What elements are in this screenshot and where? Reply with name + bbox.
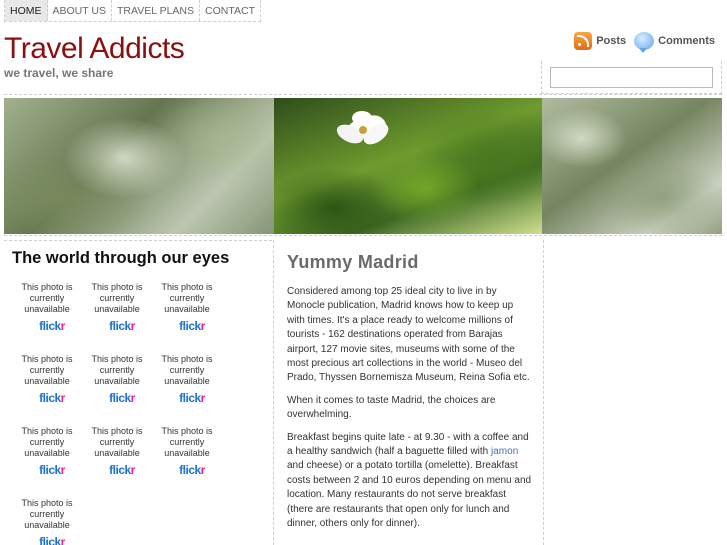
photo-unavailable-text: This photo is currently unavailable (21, 426, 73, 458)
flickr-photo[interactable]: This photo is currently unavailable flick… (14, 282, 80, 338)
sidebar-divider (273, 240, 274, 545)
photo-unavailable-text: This photo is currently unavailable (21, 282, 73, 314)
main-nav: HOME ABOUT US TRAVEL PLANS CONTACT (4, 0, 261, 22)
comment-bubble-icon (634, 32, 655, 53)
photo-unavailable-text: This photo is currently unavailable (91, 282, 143, 314)
banner-panel-center (274, 98, 542, 234)
post-body: Considered among top 25 ideal city to li… (287, 285, 532, 540)
header-banner-image (4, 98, 722, 234)
flickr-logo-part: flick (39, 463, 61, 477)
flickr-logo-part: r (130, 463, 136, 477)
post-paragraph: Breakfast begins quite late - at 9.30 - … (287, 431, 532, 532)
banner-divider (4, 235, 722, 236)
flickr-logo: flickr (84, 391, 150, 405)
flickr-logo-part: r (60, 535, 66, 545)
comments-feed-label: Comments (658, 35, 715, 47)
photo-unavailable-text: This photo is currently unavailable (161, 426, 213, 458)
flickr-logo: flickr (154, 319, 220, 333)
flickr-photo[interactable]: This photo is currently unavailable flick… (14, 498, 80, 545)
flickr-logo: flickr (154, 391, 220, 405)
post-text: and cheese) or a potato tortilla (omelet… (287, 460, 532, 530)
banner-panel-left (4, 98, 274, 234)
flickr-photo[interactable]: This photo is currently unavailable flick… (14, 426, 80, 482)
flickr-logo-part: flick (179, 463, 201, 477)
flickr-logo: flickr (14, 391, 80, 405)
posts-feed-label: Posts (596, 35, 627, 47)
flickr-photo-grid: This photo is currently unavailable flick… (14, 282, 244, 545)
photo-unavailable-text: This photo is currently unavailable (21, 354, 73, 386)
flickr-logo-part: flick (39, 535, 61, 545)
flickr-logo-part: flick (109, 319, 131, 333)
posts-feed-link[interactable]: Posts (574, 32, 626, 50)
flickr-photo[interactable]: This photo is currently unavailable flick… (154, 354, 220, 410)
flickr-photo[interactable]: This photo is currently unavailable flick… (84, 426, 150, 482)
sidebar-top-border (4, 240, 272, 241)
flickr-logo-part: r (60, 463, 66, 477)
search-input[interactable] (550, 67, 713, 88)
flickr-logo-part: flick (179, 319, 201, 333)
content-divider (543, 240, 544, 545)
flickr-photo[interactable]: This photo is currently unavailable flick… (14, 354, 80, 410)
photo-unavailable-text: This photo is currently unavailable (161, 354, 213, 386)
flickr-logo-part: r (60, 391, 66, 405)
flickr-photo[interactable]: This photo is currently unavailable flick… (84, 354, 150, 410)
flickr-logo: flickr (84, 319, 150, 333)
photo-unavailable-text: This photo is currently unavailable (21, 498, 73, 530)
photo-unavailable-text: This photo is currently unavailable (161, 282, 213, 314)
photo-unavailable-text: This photo is currently unavailable (91, 426, 143, 458)
flickr-logo: flickr (14, 535, 80, 545)
flickr-logo-part: flick (179, 391, 201, 405)
site-title[interactable]: Travel Addicts (4, 31, 185, 67)
nav-home[interactable]: HOME (5, 0, 48, 21)
flickr-logo-part: r (200, 463, 206, 477)
post-link-jamon[interactable]: jamon (491, 446, 518, 457)
feed-links: Posts Comments (574, 32, 715, 53)
photo-unavailable-text: This photo is currently unavailable (91, 354, 143, 386)
sidebar-title: The world through our eyes (12, 249, 230, 267)
header-divider (4, 94, 722, 95)
flickr-logo-part: flick (109, 391, 131, 405)
site-tagline: we travel, we share (4, 66, 114, 80)
comments-feed-link[interactable]: Comments (634, 32, 715, 53)
flickr-logo-part: flick (39, 391, 61, 405)
post-title[interactable]: Yummy Madrid (287, 252, 419, 273)
flickr-logo-part: flick (39, 319, 61, 333)
flickr-logo-part: r (200, 391, 206, 405)
flickr-logo-part: flick (109, 463, 131, 477)
flickr-logo-part: r (130, 319, 136, 333)
nav-travel-plans[interactable]: TRAVEL PLANS (112, 0, 201, 21)
flickr-logo: flickr (14, 463, 80, 477)
flickr-photo[interactable]: This photo is currently unavailable flick… (154, 426, 220, 482)
post-paragraph: Considered among top 25 ideal city to li… (287, 286, 530, 384)
banner-panel-right (542, 98, 722, 234)
flickr-logo: flickr (84, 463, 150, 477)
rss-icon (574, 32, 593, 50)
nav-contact[interactable]: CONTACT (200, 0, 260, 21)
flower-image (336, 111, 389, 145)
flickr-logo-part: r (130, 391, 136, 405)
flickr-logo: flickr (154, 463, 220, 477)
flickr-logo-part: r (60, 319, 66, 333)
flickr-photo[interactable]: This photo is currently unavailable flick… (154, 282, 220, 338)
flickr-logo: flickr (14, 319, 80, 333)
flickr-logo-part: r (200, 319, 206, 333)
post-paragraph: When it comes to taste Madrid, the choic… (287, 394, 496, 421)
search-container (541, 61, 722, 94)
flickr-photo[interactable]: This photo is currently unavailable flick… (84, 282, 150, 338)
nav-about-us[interactable]: ABOUT US (48, 0, 112, 21)
